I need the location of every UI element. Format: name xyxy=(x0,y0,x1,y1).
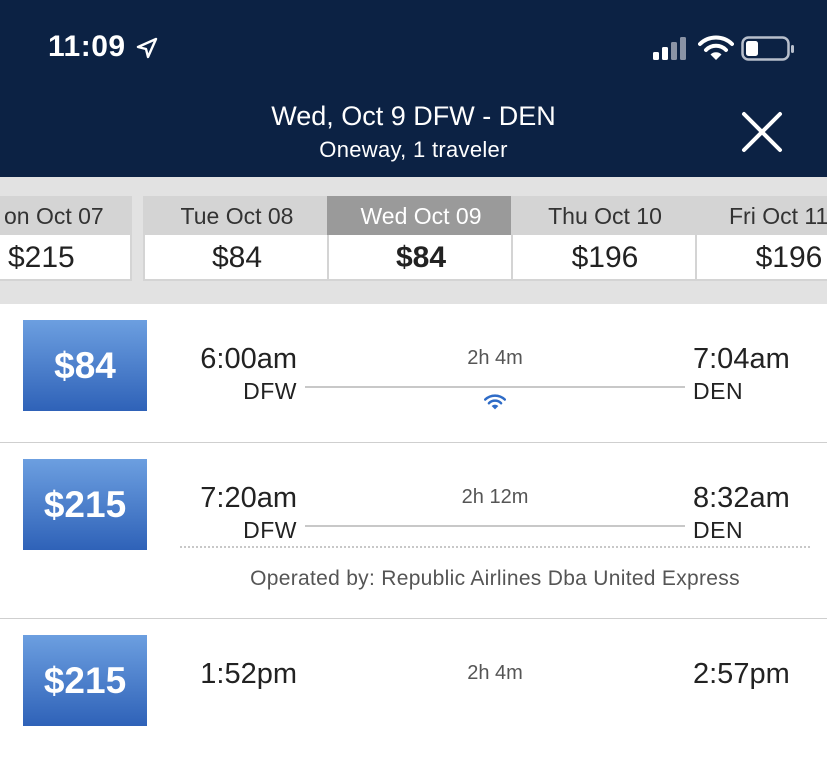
departure-time: 6:00am xyxy=(200,343,297,375)
date-label: on Oct 07 xyxy=(0,196,132,235)
operated-by-text: Operated by: Republic Airlines Dba Unite… xyxy=(250,567,740,590)
trip-details: Oneway, 1 traveler xyxy=(319,137,508,162)
date-price: $196 xyxy=(511,235,699,281)
date-option[interactable]: on Oct 07 $215 xyxy=(0,196,132,284)
flight-row[interactable]: $215 1:52pm 2h 4m 2:57pm xyxy=(0,619,827,757)
arrival-airport: DEN xyxy=(693,378,744,404)
cellular-signal-icon xyxy=(653,37,686,60)
date-price: $215 xyxy=(0,235,132,281)
fare-price-button[interactable]: $84 xyxy=(23,320,147,411)
arrival-airport: DEN xyxy=(693,517,744,543)
departure-airport: DFW xyxy=(243,378,297,404)
route-title: Wed, Oct 9 DFW - DEN xyxy=(271,101,556,131)
route-line xyxy=(305,525,685,527)
fare-price-button[interactable]: $215 xyxy=(23,459,147,550)
flight-row[interactable]: $215 7:20am DFW 2h 12m 8:32am DEN Operat… xyxy=(0,443,827,619)
date-price: $196 xyxy=(695,235,827,281)
flight-duration: 2h 4m xyxy=(467,347,523,369)
date-label: Wed Oct 09 xyxy=(327,196,515,235)
battery-icon xyxy=(741,36,794,61)
departure-time: 7:20am xyxy=(200,482,297,514)
flight-duration: 2h 12m xyxy=(461,486,529,508)
wifi-icon xyxy=(698,35,734,60)
wifi-available-icon xyxy=(484,394,506,410)
arrival-time: 8:32am xyxy=(693,482,790,514)
arrival-time: 7:04am xyxy=(693,343,790,375)
divider xyxy=(180,546,810,548)
date-price: $84 xyxy=(327,235,515,281)
date-option-selected[interactable]: Wed Oct 09 $84 xyxy=(327,196,515,284)
date-option[interactable]: Fri Oct 11 $196 xyxy=(695,196,827,284)
departure-time: 1:52pm xyxy=(200,658,297,690)
date-label: Tue Oct 08 xyxy=(143,196,331,235)
flight-duration: 2h 4m xyxy=(467,662,523,684)
flight-row[interactable]: $84 6:00am DFW 2h 4m 7:04am DEN xyxy=(0,304,827,443)
date-option[interactable]: Thu Oct 10 $196 xyxy=(511,196,699,284)
date-option[interactable]: Tue Oct 08 $84 xyxy=(143,196,331,284)
date-price: $84 xyxy=(143,235,331,281)
status-time: 11:09 xyxy=(48,30,126,63)
location-arrow-icon xyxy=(136,37,158,59)
date-label: Thu Oct 10 xyxy=(511,196,699,235)
arrival-time: 2:57pm xyxy=(693,658,790,690)
date-label: Fri Oct 11 xyxy=(695,196,827,235)
departure-airport: DFW xyxy=(243,517,297,543)
header-bar: 11:09 Wed, Oct 9 DFW - DEN Oneway, 1 tra… xyxy=(0,0,827,177)
route-line xyxy=(305,386,685,388)
close-icon[interactable] xyxy=(738,108,786,156)
date-selector: on Oct 07 $215 Tue Oct 08 $84 Wed Oct 09… xyxy=(0,177,827,304)
fare-price-button[interactable]: $215 xyxy=(23,635,147,726)
